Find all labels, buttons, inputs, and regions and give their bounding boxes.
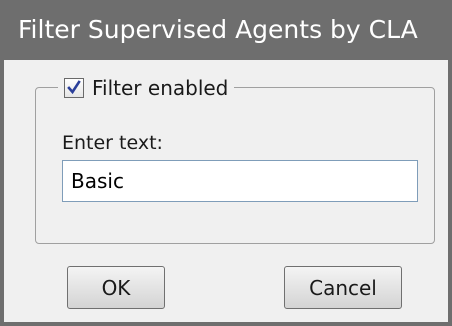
filter-text-input[interactable] — [62, 160, 418, 202]
enter-text-label: Enter text: — [62, 132, 163, 154]
cancel-button[interactable]: Cancel — [284, 266, 402, 309]
checkmark-icon — [67, 80, 81, 95]
ok-button[interactable]: OK — [67, 266, 165, 309]
dialog-title: Filter Supervised Agents by CLA — [0, 0, 452, 60]
filter-dialog: Filter Supervised Agents by CLA Filter e… — [0, 0, 452, 326]
filter-enabled-checkbox[interactable] — [64, 78, 84, 98]
filter-enabled-toggle[interactable]: Filter enabled — [58, 73, 235, 103]
filter-enabled-label: Filter enabled — [92, 76, 229, 100]
